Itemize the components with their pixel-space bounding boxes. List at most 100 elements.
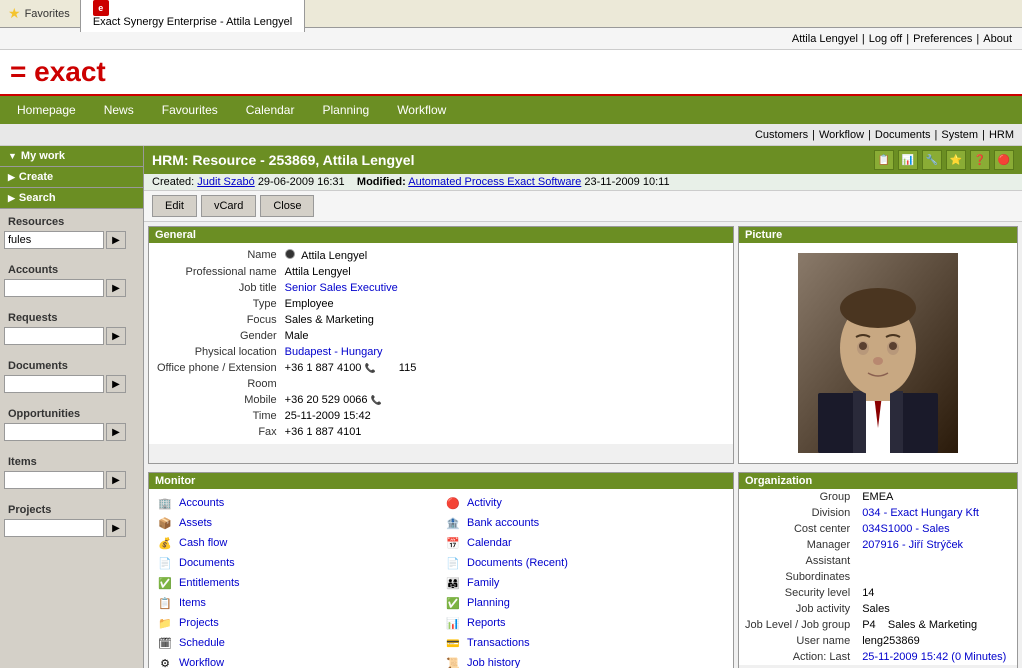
- header-icon-5[interactable]: ❓: [970, 150, 990, 170]
- logo: = exact: [10, 56, 106, 88]
- job-title-link[interactable]: Senior Sales Executive: [285, 282, 398, 294]
- monitor-entitlements[interactable]: ✅ Entitlements: [153, 573, 441, 593]
- calendar-icon: 📅: [445, 535, 461, 551]
- resources-input[interactable]: [4, 231, 104, 249]
- projects-search-btn[interactable]: ▶: [106, 519, 126, 537]
- search-arrow-icon: ▶: [8, 193, 15, 204]
- monitor-accounts[interactable]: 🏢 Accounts: [153, 493, 441, 513]
- sidebar-requests: Requests ▶: [0, 305, 143, 353]
- picture-section: Picture: [738, 226, 1018, 464]
- sec-nav-system[interactable]: System: [941, 129, 978, 141]
- nav-homepage[interactable]: Homepage: [4, 96, 89, 124]
- header-icon-4[interactable]: ⭐: [946, 150, 966, 170]
- monitor-transactions[interactable]: 💳 Transactions: [441, 633, 729, 653]
- table-row: Security level 14: [739, 585, 1017, 601]
- table-row: User name leng253869: [739, 633, 1017, 649]
- accounts-input[interactable]: [4, 279, 104, 297]
- opportunities-input[interactable]: [4, 423, 104, 441]
- monitor-cashflow[interactable]: 💰 Cash flow: [153, 533, 441, 553]
- header-icon-3[interactable]: 🔧: [922, 150, 942, 170]
- nav-news[interactable]: News: [91, 96, 147, 124]
- cost-center-link[interactable]: 034S1000 - Sales: [862, 523, 949, 535]
- job-level-label: Job Level / Job group: [739, 617, 856, 633]
- monitor-bank[interactable]: 🏦 Bank accounts: [441, 513, 729, 533]
- tab-title: Exact Synergy Enterprise - Attila Lengye…: [93, 16, 292, 28]
- sidebar-accounts: Accounts ▶: [0, 257, 143, 305]
- monitor-planning[interactable]: ✅ Planning: [441, 593, 729, 613]
- resources-label: Resources: [4, 213, 139, 231]
- picture-column: Picture: [738, 226, 1018, 468]
- organization-table: Group EMEA Division 034 - Exact Hungary …: [739, 489, 1017, 665]
- header-icon-2[interactable]: 📊: [898, 150, 918, 170]
- time-value: 25-11-2009 15:42: [281, 408, 729, 424]
- accounts-icon: 🏢: [157, 495, 173, 511]
- division-link[interactable]: 034 - Exact Hungary Kft: [862, 507, 979, 519]
- mobile-phone-icon[interactable]: 📞: [371, 395, 382, 405]
- requests-search-btn[interactable]: ▶: [106, 327, 126, 345]
- room-label: Room: [153, 376, 281, 392]
- sec-nav-documents[interactable]: Documents: [875, 129, 931, 141]
- created-by-link[interactable]: Judit Szabó: [197, 176, 254, 188]
- organization-section: Organization Group EMEA Division 034 - E…: [738, 472, 1018, 668]
- items-input[interactable]: [4, 471, 104, 489]
- documents-input[interactable]: [4, 375, 104, 393]
- requests-input[interactable]: [4, 327, 104, 345]
- resources-search-btn[interactable]: ▶: [106, 231, 126, 249]
- monitor-calendar[interactable]: 📅 Calendar: [441, 533, 729, 553]
- nav-calendar[interactable]: Calendar: [233, 96, 308, 124]
- table-row: Job activity Sales: [739, 601, 1017, 617]
- nav-workflow[interactable]: Workflow: [384, 96, 459, 124]
- group-label: Group: [739, 489, 856, 505]
- location-link[interactable]: Budapest - Hungary: [285, 346, 383, 358]
- general-header: General: [149, 227, 733, 243]
- table-row: Mobile +36 20 529 0066 📞: [153, 392, 729, 408]
- monitor-schedule[interactable]: 🗓 Schedule: [153, 633, 441, 653]
- monitor-family[interactable]: 👨‍👩‍👧 Family: [441, 573, 729, 593]
- sec-nav-customers[interactable]: Customers: [755, 129, 808, 141]
- documents-search-btn[interactable]: ▶: [106, 375, 126, 393]
- edit-button[interactable]: Edit: [152, 195, 197, 217]
- projects-input[interactable]: [4, 519, 104, 537]
- monitor-projects[interactable]: 📁 Projects: [153, 613, 441, 633]
- table-row: Room: [153, 376, 729, 392]
- monitor-documents[interactable]: 📄 Documents: [153, 553, 441, 573]
- vcard-button[interactable]: vCard: [201, 195, 256, 217]
- monitor-reports[interactable]: 📊 Reports: [441, 613, 729, 633]
- star-icon: ★: [8, 5, 21, 22]
- monitor-job-history[interactable]: 📜 Job history: [441, 653, 729, 668]
- close-button[interactable]: Close: [260, 195, 314, 217]
- monitor-assets[interactable]: 📦 Assets: [153, 513, 441, 533]
- accounts-search-btn[interactable]: ▶: [106, 279, 126, 297]
- action-link[interactable]: 25-11-2009 15:42 (0 Minutes): [862, 651, 1006, 663]
- general-body: Name Attila Lengyel Professional name At…: [149, 243, 733, 444]
- nav-planning[interactable]: Planning: [309, 96, 382, 124]
- sidebar-search-header[interactable]: ▶ Search: [0, 188, 143, 208]
- prof-name-label: Professional name: [153, 264, 281, 280]
- monitor-activity[interactable]: 🔴 Activity: [441, 493, 729, 513]
- job-level-value: P4 Sales & Marketing: [856, 617, 1017, 633]
- nav-favourites[interactable]: Favourites: [149, 96, 231, 124]
- logoff-link[interactable]: Log off: [869, 33, 902, 45]
- family-icon: 👨‍👩‍👧: [445, 575, 461, 591]
- phone-icon[interactable]: 📞: [365, 363, 376, 373]
- browser-tab[interactable]: e Exact Synergy Enterprise - Attila Leng…: [80, 0, 305, 32]
- sidebar-mywork-header[interactable]: ▼ My work: [0, 146, 143, 166]
- favorites-button[interactable]: ★ Favorites: [8, 5, 70, 22]
- sec-nav-workflow[interactable]: Workflow: [819, 129, 864, 141]
- manager-label: Manager: [739, 537, 856, 553]
- sidebar-create-header[interactable]: ▶ Create: [0, 167, 143, 187]
- assistant-value: [856, 553, 1017, 569]
- location-label: Physical location: [153, 344, 281, 360]
- monitor-items[interactable]: 📋 Items: [153, 593, 441, 613]
- modified-by-link[interactable]: Automated Process Exact Software: [408, 176, 581, 188]
- preferences-link[interactable]: Preferences: [913, 33, 972, 45]
- sec-nav-hrm[interactable]: HRM: [989, 129, 1014, 141]
- manager-link[interactable]: 207916 - Jiří Strýček: [862, 539, 963, 551]
- monitor-workflow[interactable]: ⚙ Workflow: [153, 653, 441, 668]
- opportunities-search-btn[interactable]: ▶: [106, 423, 126, 441]
- header-icon-6[interactable]: 🔴: [994, 150, 1014, 170]
- about-link[interactable]: About: [983, 33, 1012, 45]
- items-search-btn[interactable]: ▶: [106, 471, 126, 489]
- header-icon-1[interactable]: 📋: [874, 150, 894, 170]
- monitor-docs-recent[interactable]: 📄 Documents (Recent): [441, 553, 729, 573]
